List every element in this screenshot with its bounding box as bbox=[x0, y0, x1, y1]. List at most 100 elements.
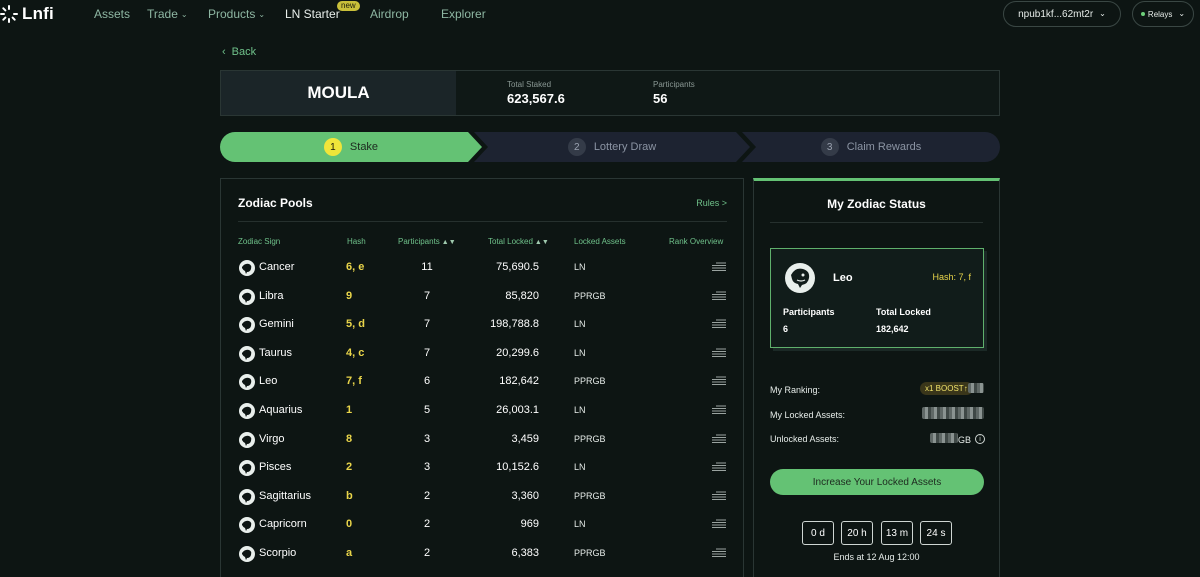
hash-value: 1 bbox=[346, 404, 353, 416]
archer-icon bbox=[239, 488, 255, 505]
table-row[interactable]: Capricorn 0 2 969 LN bbox=[221, 511, 743, 539]
rank-list-icon[interactable] bbox=[712, 434, 726, 444]
locked-asset-value: PPRGB bbox=[574, 433, 606, 444]
total-staked-label: Total Staked bbox=[507, 80, 552, 89]
rank-list-icon[interactable] bbox=[712, 319, 726, 329]
step-number: 1 bbox=[323, 138, 342, 156]
my-sign-participants-value: 6 bbox=[783, 324, 789, 334]
bull-icon bbox=[239, 345, 255, 362]
rank-list-icon[interactable] bbox=[712, 519, 726, 529]
wallet-button[interactable]: npub1kf...62mt2r ⌄ bbox=[1003, 1, 1121, 27]
participants-value: 7 bbox=[423, 289, 431, 302]
participants-value: 3 bbox=[423, 432, 431, 445]
rank-list-icon[interactable] bbox=[712, 348, 726, 358]
rules-link[interactable]: Rules > bbox=[696, 198, 727, 208]
goat-icon bbox=[239, 517, 255, 534]
total-locked-value: 26,003.1 bbox=[496, 404, 539, 416]
scorpion-icon bbox=[239, 546, 255, 562]
table-row[interactable]: Sagittarius b 2 3,360 PPRGB bbox=[221, 483, 743, 511]
sign-name: Pisces bbox=[259, 461, 292, 474]
table-row[interactable]: Gemini 5, d 7 198,788.8 LN bbox=[221, 311, 743, 339]
rank-list-icon[interactable] bbox=[712, 291, 726, 301]
lion-icon bbox=[239, 374, 255, 391]
hash-value: 4, c bbox=[346, 346, 365, 359]
redacted-unlocked-assets bbox=[930, 433, 958, 443]
total-locked-value: 10,152.6 bbox=[496, 461, 539, 474]
increase-locked-assets-button[interactable]: Increase Your Locked Assets bbox=[770, 469, 984, 495]
participants-value: 2 bbox=[423, 547, 431, 559]
status-dot-icon bbox=[1140, 12, 1145, 16]
nav-explorer[interactable]: Explorer bbox=[441, 7, 486, 21]
step-lottery-draw[interactable]: 2 Lottery Draw bbox=[474, 132, 750, 162]
table-row[interactable]: Libra 9 7 85,820 PPRGB bbox=[221, 283, 743, 311]
total-staked-stat: Total Staked 623,567.6 bbox=[507, 80, 565, 106]
boost-badge: x1 BOOST↑ bbox=[920, 382, 973, 395]
locked-asset-value: LN bbox=[574, 262, 586, 272]
chevron-down-icon: ⌄ bbox=[1178, 8, 1186, 18]
table-row[interactable]: Pisces 2 3 10,152.6 LN bbox=[221, 454, 743, 482]
sign-name: Gemini bbox=[259, 318, 294, 331]
status-title: My Zodiac Status bbox=[827, 197, 926, 211]
col-participants-label: Participants bbox=[398, 237, 440, 246]
hash-value: 6, e bbox=[346, 261, 365, 273]
col-rank-overview: Rank Overview bbox=[669, 237, 724, 246]
countdown-days: 0 d bbox=[802, 521, 834, 545]
participants-value: 3 bbox=[423, 461, 431, 474]
total-locked-value: 3,459 bbox=[511, 432, 539, 445]
total-locked-value: 75,690.5 bbox=[496, 261, 539, 273]
total-locked-value: 969 bbox=[520, 518, 539, 531]
info-icon[interactable]: i bbox=[975, 434, 985, 444]
hash-value: 0 bbox=[346, 518, 353, 531]
rank-list-icon[interactable] bbox=[712, 548, 726, 558]
participants-value: 6 bbox=[423, 375, 431, 388]
boost-label: x1 BOOST bbox=[925, 384, 964, 393]
step-claim-rewards[interactable]: 3 Claim Rewards bbox=[742, 132, 1000, 162]
hash-value: 2 bbox=[346, 461, 353, 474]
rank-list-icon[interactable] bbox=[712, 491, 726, 501]
relays-button[interactable]: Relays ⌄ bbox=[1132, 1, 1194, 27]
my-sign-total-locked-label: Total Locked bbox=[876, 307, 931, 317]
col-participants[interactable]: Participants ▲▼ bbox=[398, 237, 456, 246]
total-locked-value: 6,383 bbox=[511, 547, 539, 559]
step-stake[interactable]: 1 Stake bbox=[220, 132, 482, 162]
col-total-locked[interactable]: Total Locked ▲▼ bbox=[488, 237, 549, 246]
chevron-down-icon: ⌄ bbox=[258, 10, 266, 19]
locked-asset-value: PPRGB bbox=[574, 490, 606, 501]
divider bbox=[238, 221, 727, 222]
table-row[interactable]: Aquarius 1 5 26,003.1 LN bbox=[221, 397, 743, 425]
hash-value: 7, f bbox=[346, 375, 362, 388]
countdown-seconds: 24 s bbox=[920, 521, 952, 545]
nav-products[interactable]: Products ⌄ bbox=[208, 7, 265, 21]
table-row[interactable]: Cancer 6, e 11 75,690.5 LN bbox=[221, 254, 743, 282]
redacted-locked-assets bbox=[922, 407, 984, 419]
col-hash: Hash bbox=[347, 237, 366, 246]
rank-list-icon[interactable] bbox=[712, 376, 726, 386]
logo[interactable]: Lnfi bbox=[0, 4, 54, 24]
nav-airdrop[interactable]: Airdrop bbox=[370, 7, 409, 21]
sign-name: Cancer bbox=[259, 261, 295, 273]
nav-ln-starter[interactable]: LN Starter bbox=[285, 7, 340, 21]
table-row[interactable]: Leo 7, f 6 182,642 PPRGB bbox=[221, 368, 743, 396]
nav-trade[interactable]: Trade ⌄ bbox=[147, 7, 188, 21]
back-link[interactable]: ‹ Back bbox=[222, 46, 256, 58]
rank-list-icon[interactable] bbox=[712, 462, 726, 472]
hash-value: 9 bbox=[346, 289, 353, 302]
locked-asset-value: PPRGB bbox=[574, 376, 606, 387]
sign-name: Libra bbox=[259, 289, 284, 302]
participants-stat: Participants 56 bbox=[653, 80, 695, 106]
step-number: 2 bbox=[567, 138, 586, 156]
lnfi-logo-icon bbox=[0, 5, 18, 23]
table-row[interactable]: Virgo 8 3 3,459 PPRGB bbox=[221, 426, 743, 454]
sign-name: Capricorn bbox=[259, 518, 307, 531]
nav-assets[interactable]: Assets bbox=[94, 7, 130, 21]
participants-value: 7 bbox=[423, 318, 431, 331]
rank-list-icon[interactable] bbox=[712, 405, 726, 415]
table-row[interactable]: Scorpio a 2 6,383 PPRGB bbox=[221, 540, 743, 568]
countdown-minutes: 13 m bbox=[881, 521, 913, 545]
rank-list-icon[interactable] bbox=[712, 262, 726, 272]
table-row[interactable]: Taurus 4, c 7 20,299.6 LN bbox=[221, 340, 743, 368]
maiden-icon bbox=[239, 431, 255, 448]
col-zodiac-sign: Zodiac Sign bbox=[238, 237, 281, 246]
top-nav: Lnfi Assets Trade ⌄ Products ⌄ LN Starter … bbox=[0, 0, 1200, 28]
total-locked-value: 182,642 bbox=[499, 375, 539, 388]
